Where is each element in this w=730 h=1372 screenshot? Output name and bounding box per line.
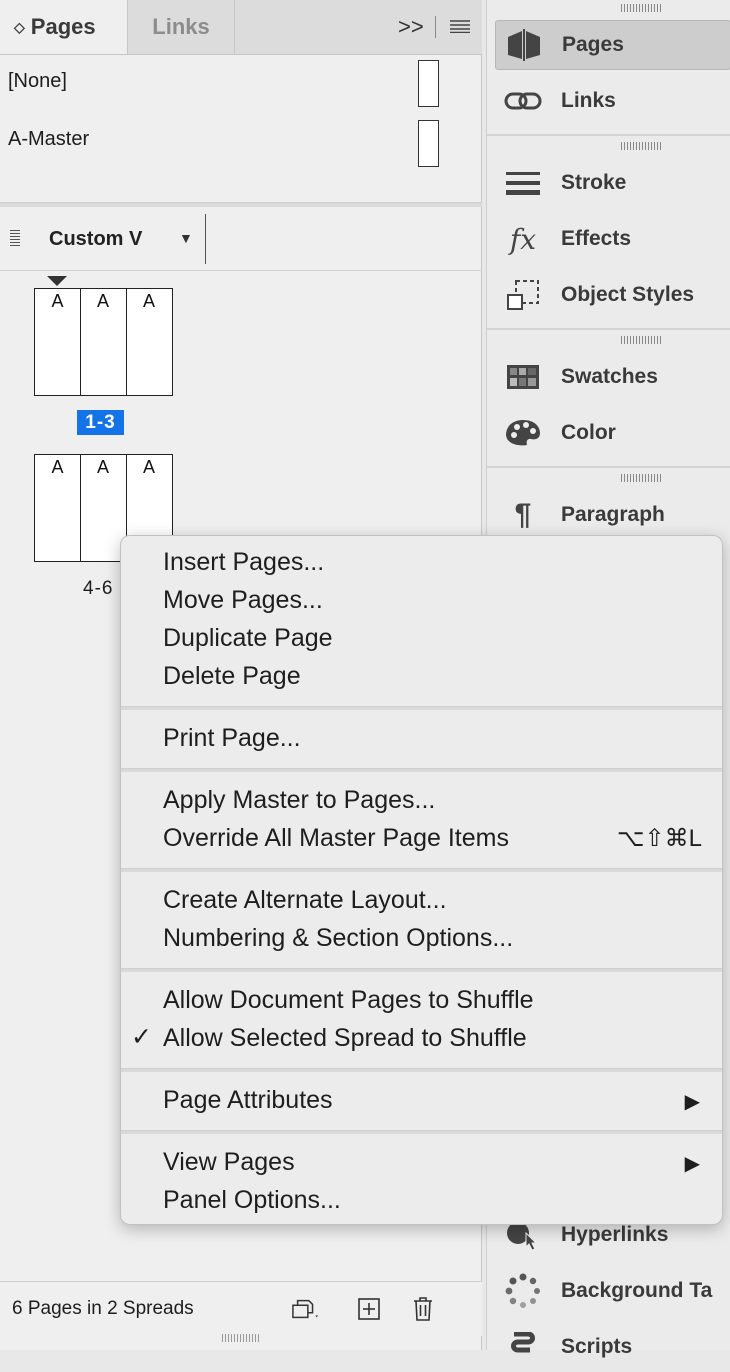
resize-grip[interactable] xyxy=(222,1334,260,1342)
menu-item-numbering-section-options[interactable]: Numbering & Section Options... xyxy=(121,918,722,956)
pages-icon xyxy=(500,25,548,65)
master-label: [None] xyxy=(8,70,67,92)
dock-item-label: Swatches xyxy=(561,365,658,388)
dock-item-label: Stroke xyxy=(561,171,627,194)
dock-item-label: Scripts xyxy=(561,1335,633,1358)
master-item-a-master[interactable]: A-Master xyxy=(0,112,482,168)
collapse-toggle-icon[interactable]: ◇ xyxy=(14,19,25,36)
stroke-icon xyxy=(499,163,547,203)
dock-item-background-tasks[interactable]: Background Ta xyxy=(495,1266,730,1316)
tab-links[interactable]: Links xyxy=(128,0,235,54)
menu-separator xyxy=(121,968,722,972)
master-thumbnail[interactable] xyxy=(418,120,439,167)
tab-divider xyxy=(435,16,436,38)
menu-separator xyxy=(121,768,722,772)
menu-item-print-page[interactable]: Print Page... xyxy=(121,718,722,756)
dock-item-label: Color xyxy=(561,421,616,444)
effects-icon: fx xyxy=(509,222,537,256)
page-thumbnail[interactable]: A xyxy=(35,289,80,395)
dock-item-paragraph[interactable]: ¶ Paragraph xyxy=(495,490,730,540)
keyboard-shortcut: ⌥⇧⌘L xyxy=(616,825,702,852)
paragraph-icon: ¶ xyxy=(514,498,532,531)
menu-separator xyxy=(121,868,722,872)
new-page-icon[interactable] xyxy=(355,1295,383,1323)
dock-grip[interactable] xyxy=(621,4,661,12)
dock-item-label: Paragraph xyxy=(561,503,665,526)
submenu-arrow-icon: ▶ xyxy=(684,1091,700,1113)
dock-item-label: Effects xyxy=(561,227,632,250)
grip-icon[interactable] xyxy=(10,230,20,246)
panel-footer: 6 Pages in 2 Spreads xyxy=(0,1281,482,1336)
background-tasks-icon xyxy=(499,1271,547,1311)
object-styles-icon xyxy=(499,275,547,315)
page-thumbnail[interactable]: A xyxy=(80,455,125,561)
dock-item-effects[interactable]: fx Effects xyxy=(495,214,730,264)
expand-panel-icon[interactable]: >> xyxy=(398,14,424,40)
links-icon xyxy=(499,81,547,121)
menu-item-apply-master[interactable]: Apply Master to Pages... xyxy=(121,780,722,818)
master-thumbnail[interactable] xyxy=(418,60,439,107)
dock-item-label: Object Styles xyxy=(561,283,695,306)
pages-context-menu: Insert Pages... Move Pages... Duplicate … xyxy=(120,535,723,1225)
menu-item-override-master-items[interactable]: Override All Master Page Items ⌥⇧⌘L xyxy=(121,818,722,856)
dock-group-divider xyxy=(487,328,730,330)
submenu-arrow-icon: ▶ xyxy=(684,1153,700,1175)
view-divider xyxy=(205,214,206,264)
menu-item-panel-options[interactable]: Panel Options... xyxy=(121,1180,722,1218)
dock-item-label: Pages xyxy=(562,33,624,56)
dock-item-label: Links xyxy=(561,89,616,112)
menu-item-duplicate-page[interactable]: Duplicate Page xyxy=(121,618,722,656)
color-icon xyxy=(499,413,547,453)
scripts-icon xyxy=(499,1327,547,1367)
trash-icon[interactable] xyxy=(409,1295,437,1323)
view-options-bar: Custom V ▼ xyxy=(0,206,482,271)
page-thumbnail[interactable]: A xyxy=(80,289,125,395)
page-thumbnail[interactable]: A xyxy=(126,289,171,395)
page-thumbnail[interactable]: A xyxy=(35,455,80,561)
dock-item-swatches[interactable]: Swatches xyxy=(495,352,730,402)
dock-grip[interactable] xyxy=(621,142,661,150)
page-count-status: 6 Pages in 2 Spreads xyxy=(12,1298,194,1319)
tab-pages[interactable]: ◇ Pages xyxy=(0,0,128,54)
dock-item-scripts[interactable]: Scripts xyxy=(495,1322,730,1372)
menu-item-allow-document-shuffle[interactable]: Allow Document Pages to Shuffle xyxy=(121,980,722,1018)
chevron-down-icon[interactable]: ▼ xyxy=(179,230,193,246)
menu-item-page-attributes[interactable]: Page Attributes ▶ xyxy=(121,1080,722,1118)
dock-item-label: Background Ta xyxy=(561,1279,713,1302)
dock-item-stroke[interactable]: Stroke xyxy=(495,158,730,208)
dock-group-divider xyxy=(487,466,730,468)
dock-item-color[interactable]: Color xyxy=(495,408,730,458)
swatches-icon xyxy=(499,357,547,397)
master-item-none[interactable]: [None] xyxy=(0,54,482,110)
menu-item-move-pages[interactable]: Move Pages... xyxy=(121,580,722,618)
spread-label-selected[interactable]: 1-3 xyxy=(77,410,124,435)
menu-separator xyxy=(121,1068,722,1072)
menu-item-delete-page[interactable]: Delete Page xyxy=(121,656,722,694)
dock-item-links[interactable]: Links xyxy=(495,76,730,126)
spread-indicator-icon xyxy=(47,276,67,286)
tab-pages-label: Pages xyxy=(30,14,96,39)
dock-item-pages[interactable]: Pages xyxy=(495,20,730,70)
panel-menu-icon[interactable] xyxy=(450,19,470,34)
dock-item-object-styles[interactable]: Object Styles xyxy=(495,270,730,320)
master-label: A-Master xyxy=(8,128,90,150)
dock-group-divider xyxy=(487,134,730,136)
menu-item-view-pages[interactable]: View Pages ▶ xyxy=(121,1142,722,1180)
tab-links-label: Links xyxy=(152,14,210,39)
panel-tab-bar: ◇ Pages Links >> xyxy=(0,0,482,55)
menu-separator xyxy=(121,1130,722,1134)
dock-grip[interactable] xyxy=(621,474,661,482)
dock-item-label: Hyperlinks xyxy=(561,1223,669,1246)
menu-item-insert-pages[interactable]: Insert Pages... xyxy=(121,542,722,580)
spread-thumbnail[interactable]: A A A xyxy=(34,288,173,396)
spread-label[interactable]: 4-6 xyxy=(83,578,113,600)
menu-separator xyxy=(121,706,722,710)
menu-item-create-alternate-layout[interactable]: Create Alternate Layout... xyxy=(121,880,722,918)
view-dropdown-label[interactable]: Custom V xyxy=(49,228,142,251)
checkmark-icon: ✓ xyxy=(131,1023,152,1051)
menu-item-allow-spread-shuffle[interactable]: ✓ Allow Selected Spread to Shuffle xyxy=(121,1018,722,1056)
dock-grip[interactable] xyxy=(621,336,661,344)
edit-page-size-icon[interactable] xyxy=(292,1295,320,1323)
